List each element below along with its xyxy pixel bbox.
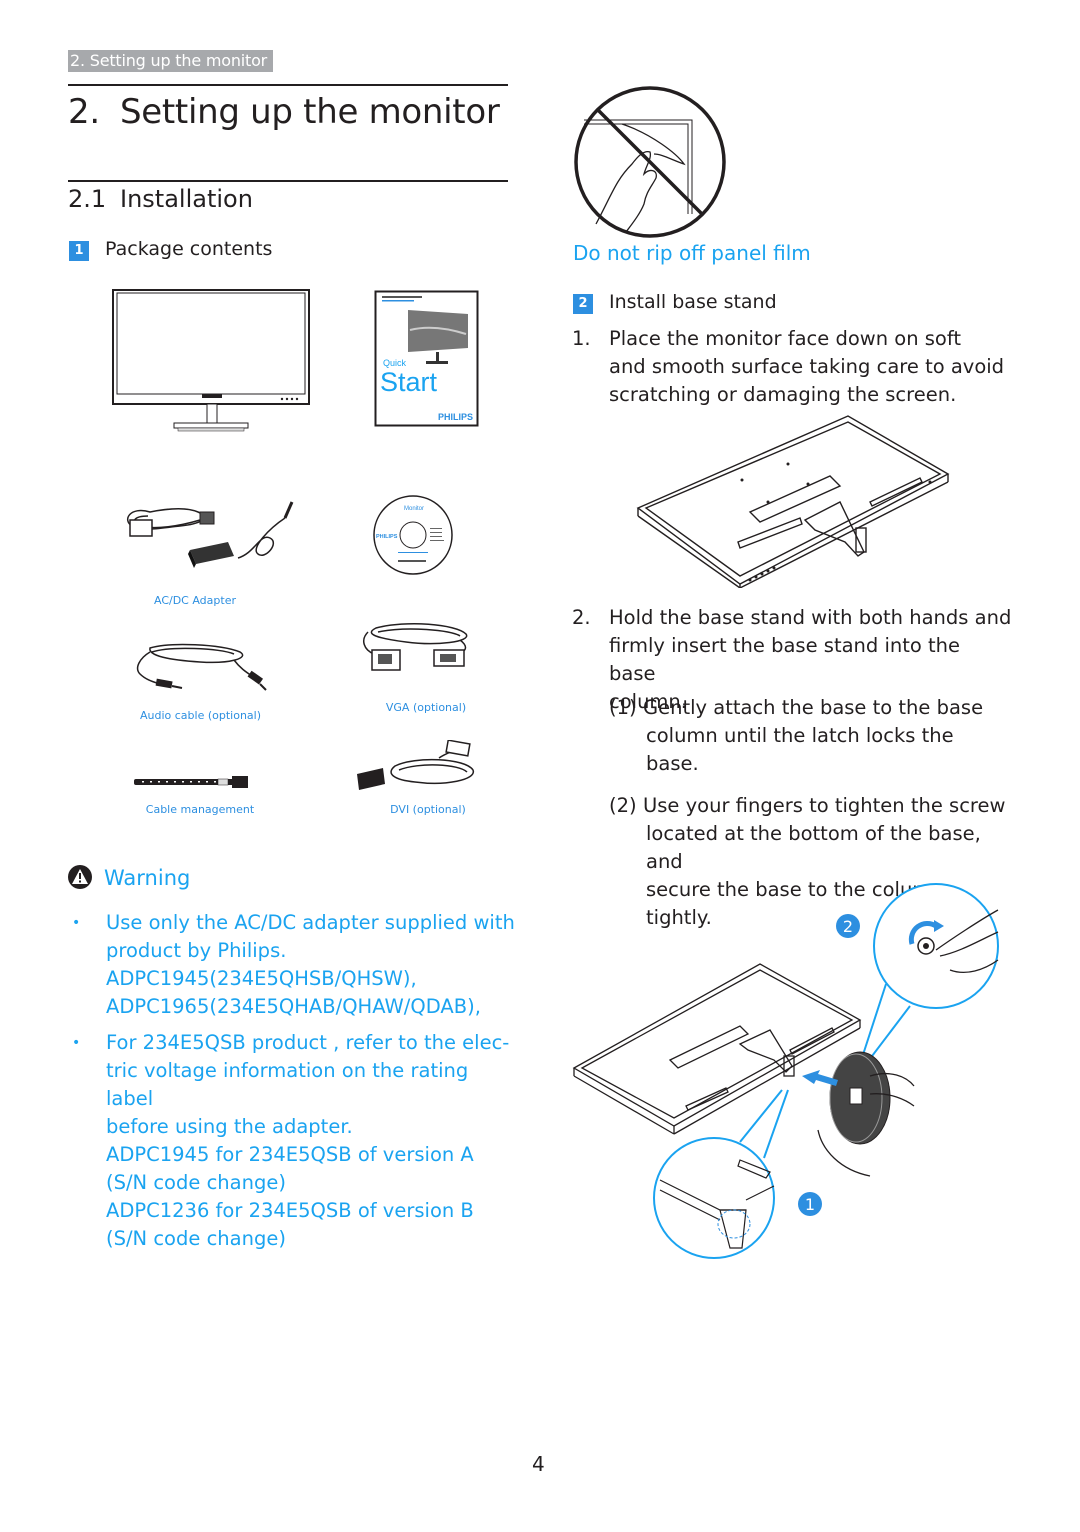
step-number: 1.: [572, 327, 591, 350]
item-label-dvi: DVI (optional): [390, 803, 466, 816]
warning-line: Use only the AC/DC adapter supplied with: [106, 911, 515, 934]
step-number: 2.: [572, 606, 591, 629]
substep-line: Use your fingers to tighten the screw: [643, 794, 1006, 817]
callout-badge-1: 1: [798, 1192, 822, 1216]
item-label-ac-dc-adapter: AC/DC Adapter: [153, 594, 236, 607]
step-line: Hold the base stand with both hands and: [609, 606, 1012, 629]
chapter-number: 2.: [68, 92, 100, 132]
substep-1: (1) Gently attach the base to the base c…: [572, 694, 1012, 778]
page-number: 4: [532, 1452, 545, 1476]
warning-title: Warning: [104, 866, 191, 890]
warning-line: For 234E5QSB product , refer to the elec…: [106, 1031, 510, 1054]
warning-line: ADPC1236 for 234E5QSB of version B: [106, 1199, 474, 1222]
warning-line: tric voltage information on the rating l…: [106, 1059, 469, 1110]
warning-line: ADPC1945 for 234E5QSB of version A: [106, 1143, 474, 1166]
substep-line: located at the bottom of the base, and: [646, 822, 981, 873]
warning-line: (S/N code change): [106, 1227, 286, 1250]
section-title: 2.1 Installation: [68, 183, 253, 215]
section-number: 2.1: [68, 185, 107, 213]
no-peel-film-icon: [572, 84, 728, 240]
disc-brand: PHILIPS: [376, 534, 398, 540]
substep-number: (2): [609, 794, 637, 817]
warning-line: (S/N code change): [106, 1171, 286, 1194]
monitor-face-down-diagram: [630, 412, 952, 588]
quick-start-guide-icon: Quick Start PHILIPS: [374, 290, 480, 428]
step-badge: 2: [573, 294, 593, 314]
callout-number: 2: [843, 917, 853, 936]
item-label-audio-cable: Audio cable (optional): [139, 709, 262, 722]
step-line: Place the monitor face down on soft: [609, 327, 962, 350]
step-line: firmly insert the base stand into the ba…: [609, 634, 961, 685]
step-line: scratching or damaging the screen.: [609, 383, 957, 406]
warning-line: before using the adapter.: [106, 1115, 353, 1138]
film-warning-caption: Do not rip off panel film: [573, 241, 811, 265]
substep-number: (1): [609, 696, 637, 719]
cover-brand-text: PHILIPS: [438, 412, 473, 422]
warning-line: product by Philips.: [106, 939, 287, 962]
base-install-diagram: 2 1: [570, 880, 1010, 1265]
callout-number: 1: [805, 1195, 815, 1214]
warning-item: For 234E5QSB product , refer to the elec…: [68, 1029, 518, 1253]
monitor-icon: [112, 288, 312, 434]
chapter-title: 2. Setting up the monitor: [68, 90, 500, 134]
item-label-cable-management: Cable management: [145, 803, 255, 816]
dvi-cable-icon: [355, 740, 481, 796]
step1-title: Package contents: [105, 238, 273, 260]
running-head: 2. Setting up the monitor: [68, 50, 274, 72]
disc-title: Monitor: [404, 506, 424, 512]
audio-cable-icon: [130, 638, 270, 694]
warning-icon: [68, 865, 92, 889]
warning-heading: Warning: [68, 864, 190, 892]
warning-line: ADPC1965(234E5QHAB/QHAW/QDAB),: [106, 995, 481, 1018]
warning-item: Use only the AC/DC adapter supplied with…: [68, 909, 518, 1021]
cover-big-text: Start: [380, 367, 438, 397]
cable-tie-icon: [132, 774, 254, 790]
substep-line: Gently attach the base to the base: [643, 696, 984, 719]
step2-title: Install base stand: [609, 291, 777, 313]
section-title-text: Installation: [120, 185, 253, 213]
step2-heading: 2 Install base stand: [573, 290, 777, 314]
callout-badge-2: 2: [836, 914, 860, 938]
substep-line: column until the latch locks the base.: [646, 724, 954, 775]
warning-line: ADPC1945(234E5QHSB/QHSW),: [106, 967, 417, 990]
item-label-vga: VGA (optional): [385, 701, 467, 714]
step-line: and smooth surface taking care to avoid: [609, 355, 1005, 378]
step-badge: 1: [69, 241, 89, 261]
section-rule: [68, 180, 508, 182]
vga-cable-icon: [356, 620, 480, 680]
chapter-rule: [68, 84, 508, 86]
chapter-title-text: Setting up the monitor: [120, 92, 500, 132]
ac-dc-adapter-icon: [120, 498, 300, 578]
step1-heading: 1 Package contents: [69, 237, 272, 261]
warning-list: Use only the AC/DC adapter supplied with…: [68, 909, 518, 1259]
step2-item-1: 1. Place the monitor face down on soft a…: [572, 325, 1012, 409]
cd-rom-icon: Monitor PHILIPS: [372, 494, 454, 576]
